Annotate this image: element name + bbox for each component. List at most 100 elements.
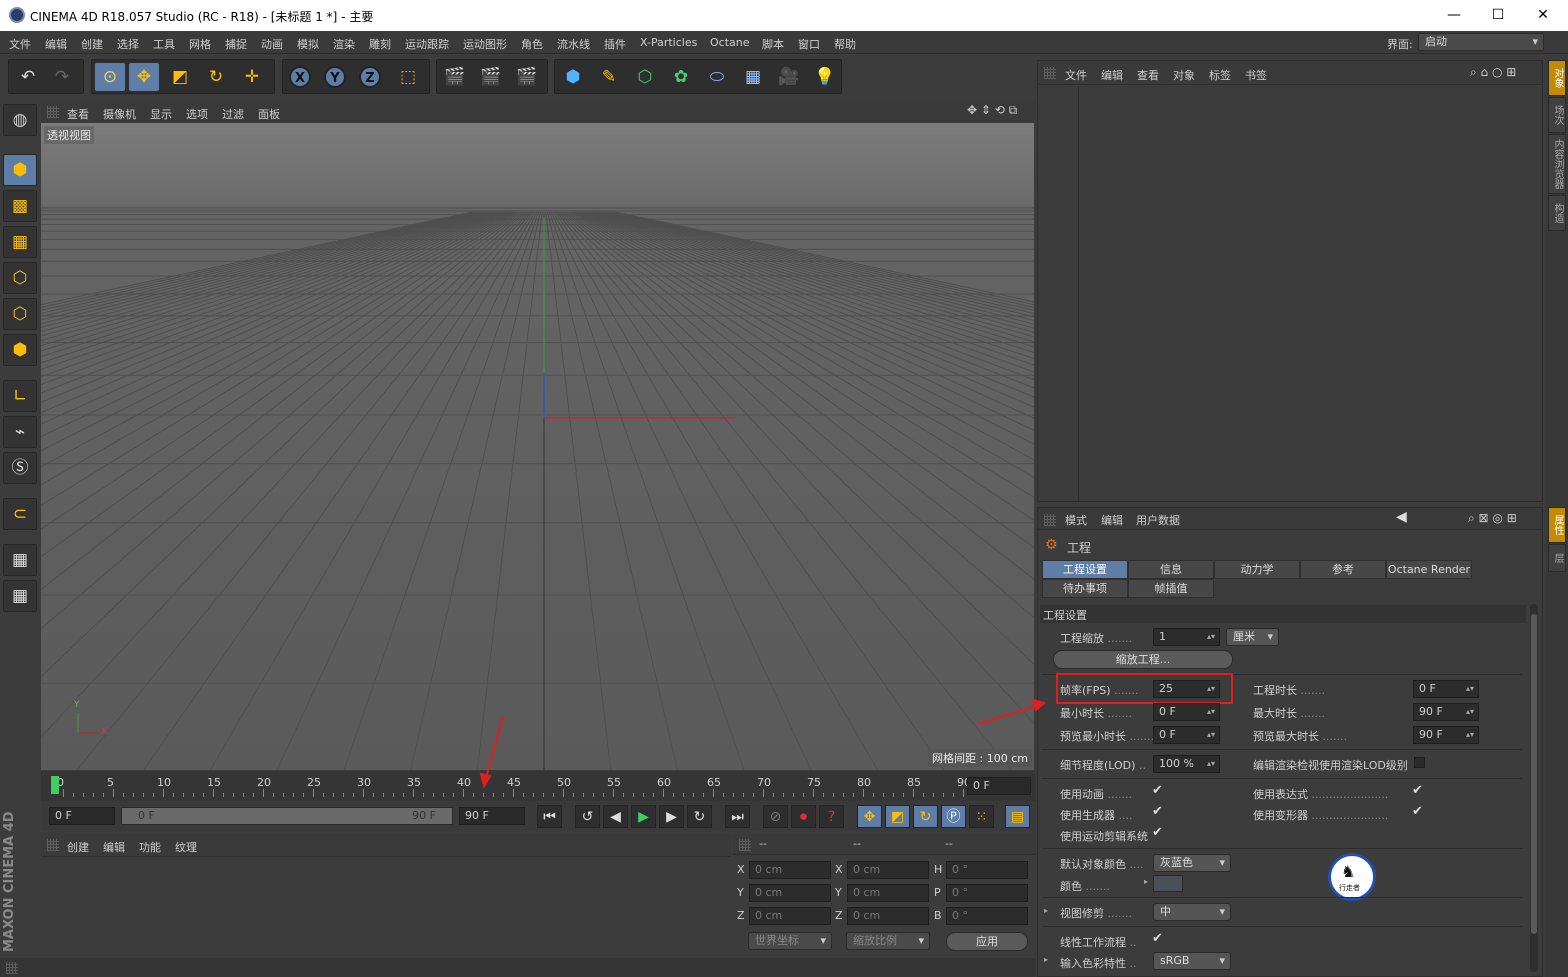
nav-back-icon[interactable]: ◀	[1396, 509, 1407, 525]
viewport-menu-display[interactable]: 显示	[150, 106, 172, 122]
side-tab-takes[interactable]: 场次	[1548, 97, 1566, 133]
pos-z-field[interactable]: 0 cm	[749, 907, 831, 925]
end-frame-field[interactable]: 90 F	[459, 807, 525, 825]
preview-max-field[interactable]: 90 F ▴▾	[1413, 726, 1479, 744]
workplane-mode-icon[interactable]: ▦	[3, 226, 37, 258]
perspective-viewport[interactable]: 透视视图 Y X 网格间距 : 100 cm	[41, 123, 1034, 770]
viewport-menu-camera[interactable]: 摄像机	[103, 106, 136, 122]
pen-spline-icon[interactable]: ✎	[594, 63, 624, 91]
object-menu-file[interactable]: 文件	[1065, 67, 1087, 83]
live-select-icon[interactable]: ⊙	[95, 63, 125, 91]
size-z-field[interactable]: 0 cm	[847, 907, 929, 925]
use-deformers-checkbox[interactable]: ✔	[1412, 804, 1423, 819]
menu-render[interactable]: 渲染	[333, 36, 355, 52]
workplane-lock-icon[interactable]: ▦	[3, 544, 37, 576]
side-tab-content-browser[interactable]: 内容浏览器	[1548, 134, 1566, 194]
linear-workflow-checkbox[interactable]: ✔	[1152, 931, 1163, 946]
scale-icon[interactable]: ◩	[165, 63, 195, 91]
tab-project-settings[interactable]: 工程设置	[1042, 560, 1128, 579]
layout-select[interactable]: 启动	[1418, 33, 1544, 51]
attr-tool-icons[interactable]: ⌕ ⊠ ◎ ⊞	[1468, 511, 1517, 526]
tab-reference[interactable]: 参考	[1300, 560, 1386, 579]
rot-p-field[interactable]: 0 °	[946, 884, 1028, 902]
expand-icon[interactable]: ▸	[1144, 877, 1148, 886]
menu-sculpt[interactable]: 雕刻	[369, 36, 391, 52]
material-menu-function[interactable]: 功能	[139, 839, 161, 855]
material-menu-texture[interactable]: 纹理	[175, 839, 197, 855]
rot-h-field[interactable]: 0 °	[946, 861, 1028, 879]
record-icon[interactable]: ⏺	[791, 805, 816, 828]
y-axis-icon[interactable]: Y	[324, 66, 346, 88]
project-scale-unit-select[interactable]: 厘米	[1226, 628, 1279, 646]
menu-octane[interactable]: Octane	[710, 36, 750, 49]
side-tab-objects[interactable]: 对象	[1548, 60, 1566, 96]
play-icon[interactable]: ▶	[631, 805, 656, 828]
project-scale-field[interactable]: 1 ▴▾	[1153, 628, 1220, 646]
min-time-field[interactable]: 0 F ▴▾	[1153, 703, 1220, 721]
view-clip-select[interactable]: 中	[1153, 903, 1231, 921]
lod-field[interactable]: 100 % ▴▾	[1153, 755, 1220, 773]
key-parameter-icon[interactable]: Ⓟ	[941, 805, 966, 828]
menu-mograph[interactable]: 运动图形	[463, 36, 507, 52]
viewport-menu-filter[interactable]: 过滤	[222, 106, 244, 122]
texture-mode-icon[interactable]: ▩	[3, 190, 37, 222]
menu-snap[interactable]: 捕捉	[225, 36, 247, 52]
autokey-icon[interactable]: ?	[819, 805, 844, 828]
attr-scrollbar[interactable]	[1530, 604, 1538, 972]
menu-x-particles[interactable]: X-Particles	[640, 36, 697, 49]
side-tab-layers[interactable]: 层	[1548, 544, 1566, 572]
cube-icon[interactable]: ⬢	[558, 63, 588, 91]
viewport-nav-icons[interactable]: ✥ ⇕ ⟲ ⧉	[967, 103, 1017, 118]
viewport-menu-options[interactable]: 选项	[186, 106, 208, 122]
goto-end-icon[interactable]: ⏭	[725, 805, 750, 828]
object-menu-view[interactable]: 查看	[1137, 67, 1159, 83]
viewport-canvas[interactable]	[41, 123, 1034, 770]
viewport-menu-view[interactable]: 查看	[67, 106, 89, 122]
playhead[interactable]	[51, 776, 59, 794]
key-rotation-icon[interactable]: ↻	[913, 805, 938, 828]
menu-simulate[interactable]: 模拟	[297, 36, 319, 52]
render-picture-viewer-icon[interactable]: 🎬	[476, 63, 506, 91]
key-scale-icon[interactable]: ◩	[885, 805, 910, 828]
menu-window[interactable]: 窗口	[798, 36, 820, 52]
coordinate-system-icon[interactable]: ⬚	[393, 63, 423, 91]
tab-todo[interactable]: 待办事项	[1042, 579, 1128, 598]
object-menu-objects[interactable]: 对象	[1173, 67, 1195, 83]
menu-create[interactable]: 创建	[81, 36, 103, 52]
subdivision-icon[interactable]: ⬡	[630, 63, 660, 91]
points-mode-icon[interactable]: ⬡	[3, 262, 37, 294]
timeline-window-icon[interactable]: ▤	[1005, 805, 1030, 828]
edges-mode-icon[interactable]: ⬡	[3, 298, 37, 330]
key-position-icon[interactable]: ✥	[857, 805, 882, 828]
use-generators-checkbox[interactable]: ✔	[1152, 804, 1163, 819]
material-menu-edit[interactable]: 编辑	[103, 839, 125, 855]
axis-mode-icon[interactable]: ∟	[3, 380, 37, 412]
workplane-align-icon[interactable]: ▦	[3, 580, 37, 612]
scale-project-button[interactable]: 缩放工程...	[1053, 650, 1233, 669]
color-swatch[interactable]	[1153, 875, 1183, 892]
record-disabled-icon[interactable]: ⊘	[763, 805, 788, 828]
floor-icon[interactable]: ▦	[738, 63, 768, 91]
menu-help[interactable]: 帮助	[834, 36, 856, 52]
current-frame-field[interactable]: 0 F	[967, 777, 1031, 795]
cloner-icon[interactable]: ✿	[666, 63, 696, 91]
viewport-label[interactable]: 透视视图	[44, 126, 94, 144]
use-motion-checkbox[interactable]: ✔	[1152, 825, 1163, 840]
default-color-select[interactable]: 灰蓝色	[1153, 854, 1231, 872]
tab-frame-interpolation[interactable]: 帧插值	[1128, 579, 1214, 598]
rot-b-field[interactable]: 0 °	[946, 907, 1028, 925]
tab-octane-render[interactable]: Octane Render	[1386, 560, 1472, 579]
attr-menu-mode[interactable]: 模式	[1065, 512, 1087, 528]
attr-menu-edit[interactable]: 编辑	[1101, 512, 1123, 528]
menu-edit[interactable]: 编辑	[45, 36, 67, 52]
menu-plugins[interactable]: 插件	[604, 36, 626, 52]
recent-tool-icon[interactable]: ✛	[237, 63, 267, 91]
camera-icon[interactable]: 🎥	[774, 63, 804, 91]
next-frame-icon[interactable]: ▶	[659, 805, 684, 828]
object-menu-edit[interactable]: 编辑	[1101, 67, 1123, 83]
move-icon[interactable]: ✥	[129, 63, 159, 91]
tab-info[interactable]: 信息	[1128, 560, 1214, 579]
key-point-level-icon[interactable]: ⁙	[969, 805, 994, 828]
menu-file[interactable]: 文件	[9, 36, 31, 52]
tweak-mode-icon[interactable]: ⌁	[3, 416, 37, 448]
